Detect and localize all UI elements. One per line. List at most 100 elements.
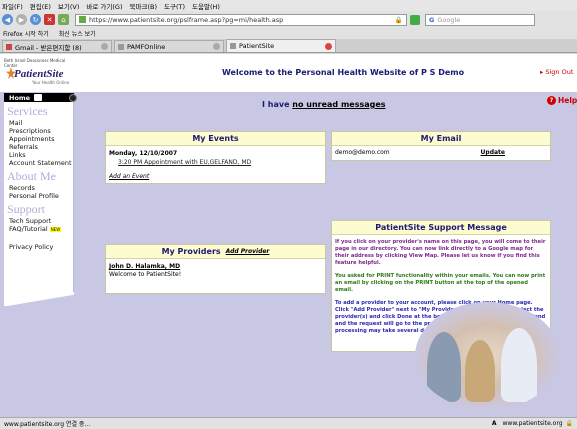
close-tab-icon[interactable] bbox=[213, 43, 220, 50]
sidebar-item-referrals[interactable]: Referrals bbox=[4, 143, 73, 151]
tab-pamfonline-label: PAMFOnline bbox=[127, 42, 166, 51]
services-heading: Services bbox=[7, 104, 48, 118]
stop-icon[interactable]: ✕ bbox=[44, 14, 55, 25]
home-icon[interactable]: ⌂ bbox=[58, 14, 69, 25]
sidebar-item-records[interactable]: Records bbox=[4, 184, 73, 192]
forward-icon[interactable]: ▶ bbox=[16, 14, 27, 25]
email-row: demo@demo.com Update bbox=[332, 146, 550, 159]
event-date: Monday, 12/10/2007 bbox=[109, 150, 178, 157]
sidebar-item-tech-support[interactable]: Tech Support bbox=[4, 217, 73, 225]
tab-gmail[interactable]: Gmail - 받은편지함 (8) bbox=[2, 40, 112, 52]
unread-prefix: I have bbox=[262, 100, 290, 109]
close-tab-icon[interactable] bbox=[101, 43, 108, 50]
bookmark-latest-news[interactable]: 최신 뉴스 보기 bbox=[59, 29, 96, 38]
text-size-icon[interactable]: A bbox=[492, 420, 497, 427]
patientsite-logo[interactable]: Beth Israel Deaconess Medical Center Pat… bbox=[4, 58, 70, 92]
provider-name-link[interactable]: John D. Halamka, MD bbox=[106, 259, 325, 270]
status-right: A www.patientsite.org 🔒 bbox=[492, 420, 573, 427]
my-providers-header: My Providers Add Provider bbox=[106, 245, 325, 259]
tab-pamfonline[interactable]: PAMFOnline bbox=[114, 40, 224, 52]
status-url: www.patientsite.org bbox=[502, 420, 563, 427]
page-icon bbox=[118, 43, 124, 50]
sidebar-item-faq-tutorial[interactable]: FAQ/Tutorial NEW bbox=[4, 225, 73, 234]
sign-out-link[interactable]: ▸ Sign Out bbox=[540, 68, 573, 76]
my-events-title: My Events bbox=[106, 132, 325, 146]
sign-out-label: Sign Out bbox=[545, 68, 574, 76]
menu-bookmarks[interactable]: 북마크(B) bbox=[130, 1, 157, 11]
sidebar-item-links[interactable]: Links bbox=[4, 151, 73, 159]
sidebar-item-privacy-policy[interactable]: Privacy Policy bbox=[4, 243, 73, 251]
help-link[interactable]: ? Help bbox=[547, 96, 577, 105]
tab-patientsite-label: PatientSite bbox=[239, 42, 275, 50]
go-button-icon[interactable] bbox=[410, 14, 420, 25]
back-icon[interactable]: ◀ bbox=[2, 14, 13, 25]
bookmarks-toolbar: Firefox 시작 하기 최신 뉴스 보기 bbox=[0, 28, 577, 39]
welcome-title: Welcome to the Personal Health Website o… bbox=[222, 68, 465, 77]
sidebar-item-account-statement[interactable]: Account Statement bbox=[4, 159, 73, 167]
my-email-title: My Email bbox=[332, 132, 550, 146]
person-figure bbox=[465, 340, 495, 402]
support-paragraph-1: If you click on your provider's name on … bbox=[335, 239, 546, 266]
tab-strip: Gmail - 받은편지함 (8) PAMFOnline PatientSite bbox=[0, 39, 577, 53]
menu-file[interactable]: 파일(F) bbox=[2, 1, 23, 11]
event-appointment-link[interactable]: 3:20 PM Appointment with EU,GELFAND, MD bbox=[106, 157, 325, 166]
my-providers-panel: My Providers Add Provider John D. Halamk… bbox=[105, 244, 326, 294]
my-email-panel: My Email demo@demo.com Update bbox=[331, 131, 551, 161]
site-header: Beth Israel Deaconess Medical Center Pat… bbox=[0, 54, 577, 92]
help-label: Help bbox=[558, 96, 577, 105]
provider-message: Welcome to PatientSite! bbox=[109, 271, 182, 278]
my-events-panel: My Events Monday, 12/10/2007 3:20 PM App… bbox=[105, 131, 326, 184]
search-placeholder: Google bbox=[437, 15, 461, 24]
tab-gmail-label: Gmail - 받은편지함 (8) bbox=[15, 43, 82, 52]
sidebar: Services Mail Prescriptions Appointments… bbox=[4, 102, 74, 306]
menu-tools[interactable]: 도구(T) bbox=[164, 1, 185, 11]
doctors-photo bbox=[415, 302, 560, 410]
sidebar-tail bbox=[4, 292, 74, 306]
menu-help[interactable]: 도움말(H) bbox=[192, 1, 220, 11]
update-email-link[interactable]: Update bbox=[481, 149, 505, 156]
google-icon: G bbox=[429, 15, 435, 24]
lock-icon: 🔒 bbox=[394, 15, 403, 24]
lock-icon: 🔒 bbox=[565, 420, 573, 427]
sidebar-item-appointments[interactable]: Appointments bbox=[4, 135, 73, 143]
person-figure bbox=[501, 328, 537, 402]
menu-edit[interactable]: 편집(E) bbox=[30, 1, 51, 11]
sidebar-item-personal-profile[interactable]: Personal Profile bbox=[4, 192, 73, 200]
page-content: Beth Israel Deaconess Medical Center Pat… bbox=[0, 54, 577, 417]
faq-label: FAQ/Tutorial bbox=[9, 225, 48, 233]
status-text: www.patientsite.org 연결 중... bbox=[4, 421, 91, 428]
unread-status: I have no unread messages bbox=[262, 100, 386, 109]
navigation-toolbar: ◀ ▶ ↻ ✕ ⌂ https://www.patientsite.org/ps… bbox=[0, 11, 577, 28]
menu-go[interactable]: 바로 가기(G) bbox=[86, 1, 122, 11]
house-icon bbox=[34, 94, 43, 101]
home-label: Home bbox=[9, 93, 31, 102]
add-provider-link[interactable]: Add Provider bbox=[226, 248, 270, 255]
address-bar[interactable]: https://www.patientsite.org/pslframe.asp… bbox=[75, 13, 407, 26]
sidebar-item-mail[interactable]: Mail bbox=[4, 119, 73, 127]
unread-messages-link[interactable]: no unread messages bbox=[292, 100, 385, 109]
menu-bar: 파일(F) 편집(E) 보기(V) 바로 가기(G) 북마크(B) 도구(T) … bbox=[0, 0, 577, 11]
gmail-icon bbox=[6, 43, 12, 50]
menu-view[interactable]: 보기(V) bbox=[58, 1, 79, 11]
add-event-link[interactable]: Add an Event bbox=[109, 173, 149, 180]
status-bar: www.patientsite.org 연결 중... A www.patien… bbox=[0, 417, 577, 429]
about-me-heading: About Me bbox=[7, 169, 56, 183]
sidebar-item-prescriptions[interactable]: Prescriptions bbox=[4, 127, 73, 135]
address-text: https://www.patientsite.org/pslframe.asp… bbox=[89, 15, 284, 24]
reload-icon[interactable]: ↻ bbox=[30, 14, 41, 25]
bookmark-firefox-start[interactable]: Firefox 시작 하기 bbox=[3, 29, 49, 38]
my-providers-title: My Providers bbox=[161, 247, 221, 256]
logo-tagline: Your Health Online bbox=[32, 80, 70, 85]
logo-name: PatientSite bbox=[14, 68, 64, 80]
email-address: demo@demo.com bbox=[335, 149, 390, 156]
tab-patientsite[interactable]: PatientSite bbox=[226, 39, 336, 52]
site-favicon-icon bbox=[79, 16, 86, 23]
circle-icon bbox=[69, 93, 77, 102]
new-badge: NEW bbox=[49, 227, 62, 232]
home-nav-button[interactable]: Home bbox=[4, 93, 77, 102]
logo-org: Beth Israel Deaconess Medical Center bbox=[4, 58, 66, 68]
support-message-title: PatientSite Support Message bbox=[332, 221, 550, 235]
search-input[interactable]: G Google bbox=[425, 13, 535, 26]
support-heading: Support bbox=[7, 202, 46, 216]
close-tab-icon[interactable] bbox=[325, 42, 332, 50]
